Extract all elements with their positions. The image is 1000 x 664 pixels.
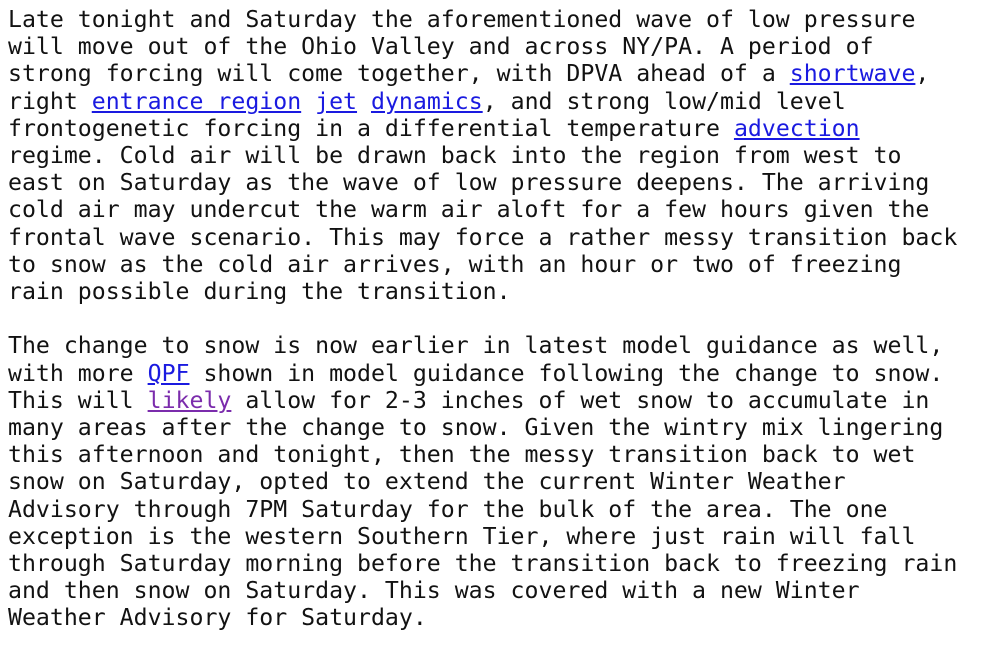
link-likely[interactable]: likely — [148, 387, 232, 414]
paragraph-2: The change to snow is now earlier in lat… — [8, 332, 1000, 631]
link-shortwave[interactable]: shortwave — [790, 60, 916, 87]
body-text: Late tonight and Saturday the aforementi… — [8, 6, 916, 88]
link-dynamics[interactable]: dynamics — [371, 88, 483, 115]
body-text — [301, 88, 315, 115]
body-text: regime. Cold air will be drawn back into… — [8, 142, 958, 306]
link-qpf[interactable]: QPF — [148, 360, 190, 387]
paragraph-1: Late tonight and Saturday the aforementi… — [8, 6, 1000, 305]
body-text — [357, 88, 371, 115]
forecast-discussion-document: Late tonight and Saturday the aforementi… — [0, 0, 1000, 664]
link-entrance-region[interactable]: entrance region — [92, 88, 301, 115]
link-advection[interactable]: advection — [734, 115, 860, 142]
paragraph-container: Late tonight and Saturday the aforementi… — [8, 6, 1000, 632]
link-jet[interactable]: jet — [315, 88, 357, 115]
body-text: allow for 2-3 inches of wet snow to accu… — [8, 386, 958, 632]
